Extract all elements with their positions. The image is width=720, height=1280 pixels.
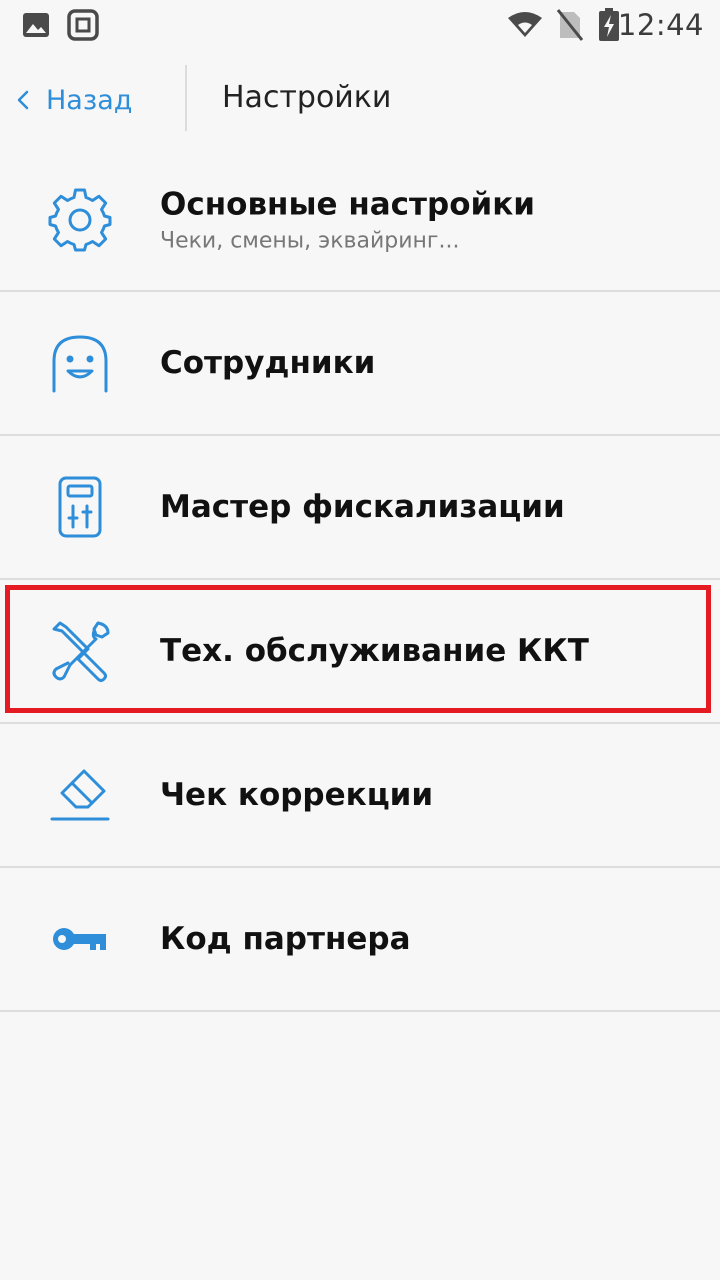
battery-charging-icon: [599, 8, 619, 41]
menu-item-label: Мастер фискализации: [160, 489, 565, 525]
image-icon: [23, 13, 49, 37]
clock: 12:44: [617, 8, 704, 42]
top-app-bar: Назад Настройки: [0, 50, 720, 150]
menu-item-text: Код партнера: [160, 921, 411, 957]
gear-icon: [48, 188, 112, 252]
menu-item-text: Основные настройки Чеки, смены, эквайрин…: [160, 187, 535, 254]
wifi-icon: [508, 12, 542, 37]
settings-menu: Основные настройки Чеки, смены, эквайрин…: [0, 150, 720, 1012]
menu-item-main-settings[interactable]: Основные настройки Чеки, смены, эквайрин…: [0, 150, 720, 292]
menu-item-kkt-maintenance[interactable]: Тех. обслуживание ККТ: [0, 580, 720, 724]
menu-item-label: Тех. обслуживание ККТ: [160, 633, 589, 669]
back-label: Назад: [46, 84, 133, 116]
user-face-icon: [52, 335, 108, 393]
menu-item-subtitle: Чеки, смены, эквайринг...: [160, 228, 460, 254]
menu-item-label: Основные настройки: [160, 186, 535, 223]
menu-item-label: Сотрудники: [160, 345, 376, 381]
menu-item-fiscal-wizard[interactable]: Мастер фискализации: [0, 436, 720, 580]
menu-item-text: Тех. обслуживание ККТ: [160, 633, 589, 669]
key-icon: [53, 928, 106, 950]
menu-item-text: Сотрудники: [160, 345, 375, 381]
screenshot-icon: [67, 9, 99, 41]
menu-item-text: Чек коррекции: [160, 777, 433, 813]
menu-item-label: Чек коррекции: [160, 777, 434, 813]
no-sim-icon: [557, 9, 583, 41]
menu-item-employees[interactable]: Сотрудники: [0, 292, 720, 436]
back-button[interactable]: Назад: [12, 72, 132, 128]
menu-item-label: Код партнера: [160, 921, 411, 957]
tools-icon: [52, 621, 110, 682]
page-title: Настройки: [222, 80, 392, 115]
eraser-icon: [50, 769, 110, 821]
menu-item-correction-receipt[interactable]: Чек коррекции: [0, 724, 720, 868]
status-bar: 12:44: [0, 0, 720, 50]
chevron-left-icon: [17, 90, 29, 110]
menu-item-text: Мастер фискализации: [160, 489, 565, 525]
header-divider: [185, 65, 187, 131]
fiscal-device-icon: [58, 476, 102, 538]
menu-item-partner-code[interactable]: Код партнера: [0, 868, 720, 1012]
